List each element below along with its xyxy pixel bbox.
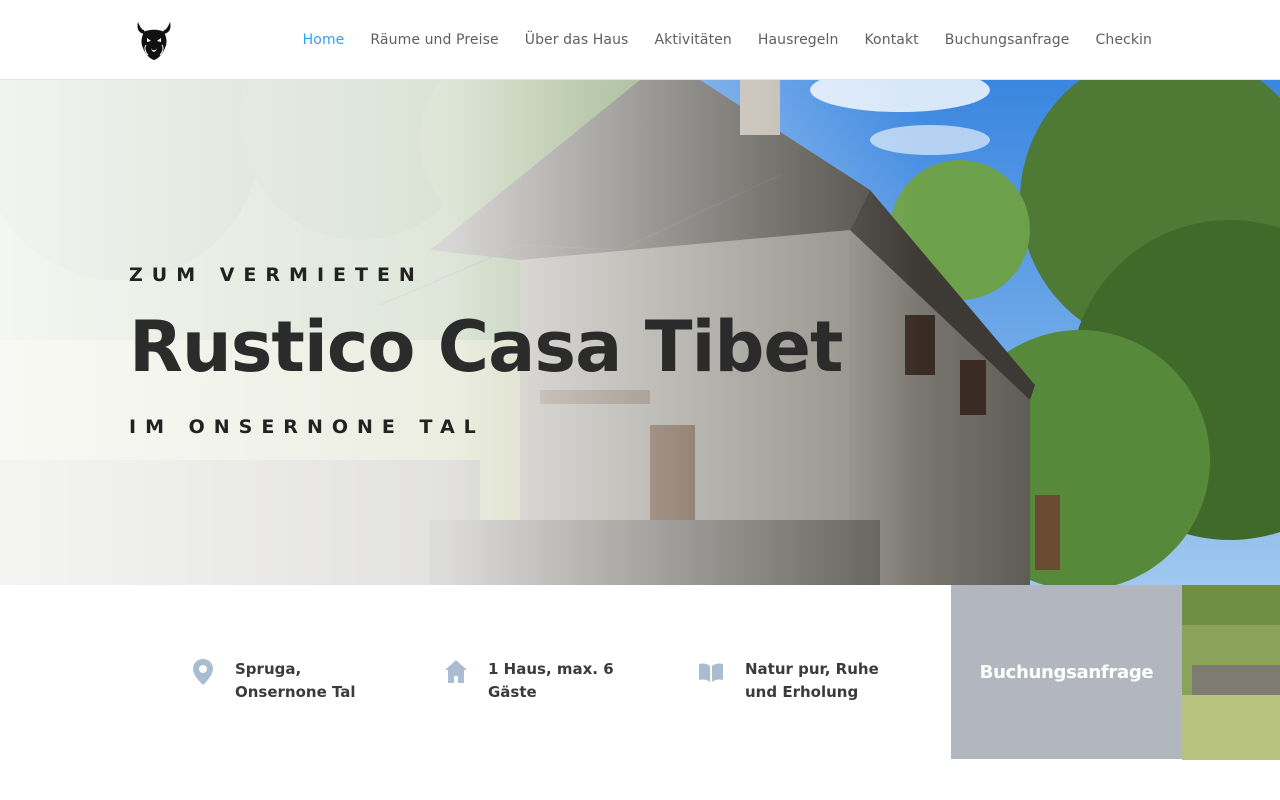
feature-capacity-text: 1 Haus, max. 6 Gäste <box>488 660 614 701</box>
booking-request-button[interactable]: Buchungsanfrage <box>951 585 1182 759</box>
map-pin-icon <box>193 659 213 685</box>
site-header: Home Räume und Preise Über das Haus Akti… <box>0 0 1280 80</box>
house-icon <box>445 660 467 683</box>
booking-request-label: Buchungsanfrage <box>979 661 1154 683</box>
yak-head-logo[interactable] <box>134 18 174 62</box>
feature-nature: Natur pur, Ruhe und Erholung <box>697 658 905 704</box>
hero-subtitle: IM ONSERNONE TAL <box>129 416 485 438</box>
nav-contact[interactable]: Kontakt <box>864 32 918 48</box>
nav-home[interactable]: Home <box>303 32 345 48</box>
open-book-icon <box>699 663 723 682</box>
nav-about-house[interactable]: Über das Haus <box>525 32 629 48</box>
nav-checkin[interactable]: Checkin <box>1095 32 1152 48</box>
hero-title: Rustico Casa Tibet <box>129 306 843 388</box>
nav-rooms-prices[interactable]: Räume und Preise <box>370 32 498 48</box>
hero-eyebrow: ZUM VERMIETEN <box>129 264 424 286</box>
meadow-edge-image <box>1182 585 1280 760</box>
feature-location-text: Spruga, Onsernone Tal <box>235 660 356 701</box>
feature-nature-text: Natur pur, Ruhe und Erholung <box>745 660 879 701</box>
nav-house-rules[interactable]: Hausregeln <box>758 32 839 48</box>
feature-capacity: 1 Haus, max. 6 Gäste <box>444 658 648 704</box>
nav-activities[interactable]: Aktivitäten <box>654 32 731 48</box>
feature-location: Spruga, Onsernone Tal <box>191 658 395 704</box>
hero-section: ZUM VERMIETEN Rustico Casa Tibet IM ONSE… <box>0 80 1280 585</box>
nav-booking-request[interactable]: Buchungsanfrage <box>945 32 1070 48</box>
main-nav: Home Räume und Preise Über das Haus Akti… <box>303 0 1152 80</box>
